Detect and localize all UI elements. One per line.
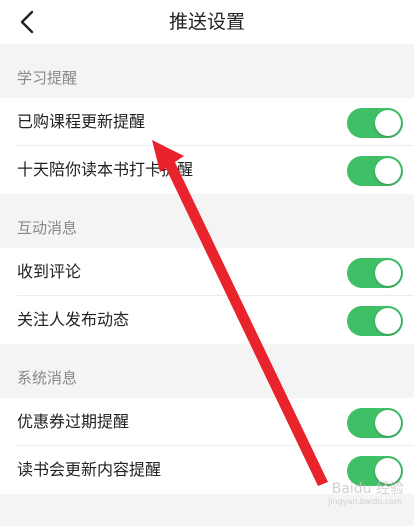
setting-row-following-posts: 关注人发布动态 <box>0 296 414 344</box>
setting-label: 十天陪你读本书打卡提醒 <box>17 160 194 179</box>
coupon-expiry-toggle[interactable] <box>347 408 403 438</box>
section-title: 学习提醒 <box>17 69 78 87</box>
setting-label: 关注人发布动态 <box>17 310 130 329</box>
watermark-logo: Baidu 经验 <box>331 481 404 497</box>
course-update-toggle[interactable] <box>347 108 403 138</box>
setting-label: 读书会更新内容提醒 <box>17 460 162 479</box>
nav-bar: 推送设置 <box>0 0 414 44</box>
toggle-knob <box>375 110 401 136</box>
section-header-system: 系统消息 <box>0 344 414 398</box>
reading-checkin-toggle[interactable] <box>347 156 403 186</box>
setting-row-reading-checkin: 十天陪你读本书打卡提醒 <box>0 146 414 194</box>
setting-label: 优惠券过期提醒 <box>17 412 130 431</box>
toggle-knob <box>375 158 401 184</box>
watermark-url: jingyan.baidu.com <box>328 497 402 506</box>
toggle-knob <box>375 308 401 334</box>
comments-toggle[interactable] <box>347 258 403 288</box>
section-title: 系统消息 <box>17 369 78 387</box>
toggle-knob <box>375 260 401 286</box>
section-header-study: 学习提醒 <box>0 44 414 98</box>
section-header-interaction: 互动消息 <box>0 194 414 248</box>
setting-row-comments: 收到评论 <box>0 248 414 296</box>
setting-row-coupon-expiry: 优惠券过期提醒 <box>0 398 414 446</box>
section-title: 互动消息 <box>17 219 78 237</box>
following-posts-toggle[interactable] <box>347 306 403 336</box>
setting-label: 已购课程更新提醒 <box>17 112 146 131</box>
page-title: 推送设置 <box>168 11 245 33</box>
toggle-knob <box>375 410 401 436</box>
setting-row-course-update: 已购课程更新提醒 <box>0 98 414 146</box>
setting-label: 收到评论 <box>17 262 82 281</box>
